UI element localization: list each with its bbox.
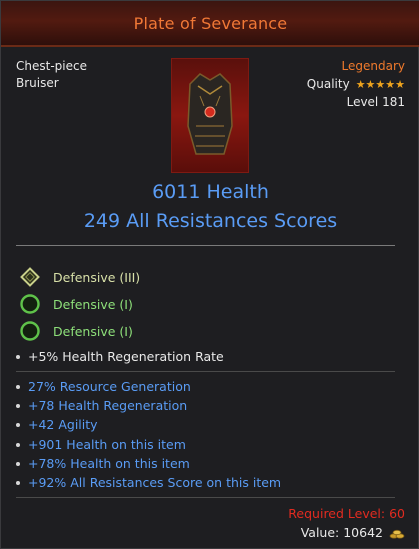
quality-stars-icon: ★★★★★ <box>355 77 405 91</box>
divider <box>16 245 395 246</box>
chest-armor-icon <box>187 72 233 155</box>
affix-text: +78% Health on this item <box>28 456 190 471</box>
socket-label: Defensive (I) <box>53 296 133 312</box>
primary-stat-health: 6011 Health <box>152 181 269 203</box>
bullet-icon <box>16 354 20 359</box>
bullet-icon <box>16 461 20 466</box>
divider <box>16 497 395 498</box>
affix-text: +92% All Resistances Score on this item <box>28 475 282 490</box>
affix-text: +78 Health Regeneration <box>28 398 188 413</box>
affix-line: +42 Agility <box>16 417 98 432</box>
bullet-icon <box>16 442 20 447</box>
ring-socket-icon <box>20 294 40 314</box>
affix-line: 27% Resource Generation <box>16 379 191 394</box>
bullet-icon <box>16 403 20 408</box>
socket-label: Defensive (I) <box>53 323 133 339</box>
socket-row: Defensive (I) <box>19 293 133 315</box>
bullet-icon <box>16 480 20 485</box>
value-text: Value: 10642 <box>300 525 383 540</box>
socket-row: Defensive (I) <box>19 320 133 342</box>
item-image-frame <box>171 58 249 173</box>
item-level: Level 181 <box>346 95 405 109</box>
item-slot: Chest-piece <box>16 59 87 73</box>
ring-socket-icon <box>20 321 40 341</box>
divider <box>16 371 395 372</box>
item-tooltip: Plate of Severance Chest-piece Bruiser L… <box>0 0 419 549</box>
quality-row: Quality ★★★★★ <box>307 77 405 91</box>
affix-line: +78 Health Regeneration <box>16 398 187 413</box>
item-name: Plate of Severance <box>133 13 288 33</box>
bullet-icon <box>16 422 20 427</box>
affix-text: +42 Agility <box>28 417 98 432</box>
title-bar: Plate of Severance <box>1 1 419 47</box>
affix-text: 27% Resource Generation <box>28 379 191 394</box>
diamond-socket-icon <box>20 267 40 287</box>
required-level: Required Level: 60 <box>288 506 405 521</box>
socket-row: Defensive (III) <box>19 266 140 288</box>
implicit-stat: +5% Health Regeneration Rate <box>16 349 224 364</box>
implicit-stat-text: +5% Health Regeneration Rate <box>28 349 224 364</box>
socket-label: Defensive (III) <box>53 269 141 285</box>
item-rarity: Legendary <box>341 59 405 73</box>
affix-line: +901 Health on this item <box>16 437 186 452</box>
bullet-icon <box>16 384 20 389</box>
primary-stat-resistances: 249 All Resistances Scores <box>83 210 338 232</box>
affix-text: +901 Health on this item <box>28 437 186 452</box>
quality-label: Quality <box>306 77 350 91</box>
item-value: Value: 10642 <box>301 525 405 540</box>
item-class: Bruiser <box>16 76 59 90</box>
gold-coins-icon <box>389 529 405 539</box>
affix-line: +78% Health on this item <box>16 456 190 471</box>
affix-line: +92% All Resistances Score on this item <box>16 475 281 490</box>
